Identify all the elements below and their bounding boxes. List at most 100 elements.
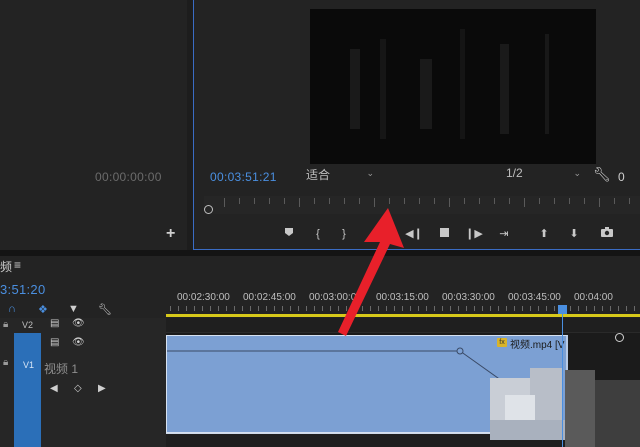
go-to-out-icon[interactable]: ⇥ — [494, 224, 514, 244]
track-target-v1[interactable] — [14, 333, 41, 447]
ruler-tick — [254, 198, 255, 204]
playhead-handle[interactable] — [204, 205, 213, 214]
ruler-tick — [490, 306, 491, 311]
timeline-playhead[interactable] — [558, 305, 567, 314]
chevron-down-icon: ⌄ — [573, 168, 581, 178]
ruler-tick — [314, 306, 315, 311]
ruler-tick — [466, 306, 467, 311]
wrench-icon[interactable]: 🔧︎ — [593, 166, 611, 183]
step-forward-icon[interactable]: ❙▶ — [464, 224, 484, 244]
ruler-tick — [298, 306, 299, 311]
ruler-tick — [479, 198, 480, 204]
add-button[interactable]: + — [166, 225, 175, 243]
next-keyframe-icon[interactable]: ▶ — [98, 383, 106, 394]
video-texture — [420, 59, 432, 129]
ruler-tick — [239, 198, 240, 204]
eye-icon[interactable]: 👁︎ — [72, 337, 85, 348]
ruler-tick — [618, 306, 619, 311]
ruler-tick — [290, 306, 291, 311]
add-keyframe-icon[interactable]: ◇ — [74, 383, 82, 394]
ruler-tick — [258, 306, 259, 311]
ruler-tick — [626, 306, 627, 311]
fx-badge[interactable]: fx — [497, 338, 507, 347]
extract-icon[interactable]: ⬇︎ — [564, 224, 584, 244]
track-header-v2: 🔒︎ V2 ▤ 👁︎ — [0, 318, 166, 333]
snap-icon[interactable]: ∩ — [8, 303, 16, 315]
ruler-tick — [434, 198, 435, 204]
sequence-timecode[interactable]: 3:51:20 — [0, 282, 45, 297]
lift-icon[interactable]: ⬆︎ — [534, 224, 554, 244]
ruler-tick — [614, 198, 615, 204]
ruler-tick — [442, 306, 443, 311]
ruler-tick — [418, 306, 419, 311]
sync-lock-icon[interactable]: ▤ — [50, 337, 59, 348]
keyframe-nav: ◀ ◇ ▶ — [50, 383, 110, 397]
ruler-tick — [594, 306, 595, 311]
ruler-tick — [586, 306, 587, 311]
ruler-tick — [194, 306, 195, 311]
ruler-label: 00:04:00 — [574, 292, 613, 303]
marker-icon[interactable] — [279, 224, 299, 244]
export-frame-icon[interactable] — [597, 224, 617, 244]
ruler-tick — [178, 306, 179, 311]
ruler-tick — [524, 198, 525, 207]
ruler-tick — [218, 306, 219, 311]
ruler-tick — [449, 198, 450, 207]
ruler-tick — [464, 198, 465, 204]
ruler-tick — [224, 198, 225, 207]
prev-keyframe-icon[interactable]: ◀ — [50, 383, 58, 394]
fit-label: 适合 — [306, 168, 331, 182]
mosaic-block — [595, 380, 640, 447]
lock-icon[interactable]: 🔒︎ — [3, 357, 8, 368]
resolution-dropdown[interactable]: 1/2 ⌄ — [506, 166, 581, 183]
ruler-label: 00:02:30:00 — [177, 292, 230, 303]
ruler-tick — [494, 198, 495, 204]
sync-lock-icon[interactable]: ▤ — [50, 318, 59, 329]
ruler-tick — [458, 306, 459, 311]
fit-dropdown[interactable]: 适合 ⌄ — [306, 166, 376, 183]
ruler-tick — [509, 198, 510, 204]
ruler-tick — [410, 306, 411, 311]
wrench-icon[interactable]: 🔧︎ — [98, 303, 112, 316]
ruler-tick — [322, 306, 323, 311]
source-monitor-panel: 00:00:00:00 + — [0, 0, 187, 250]
sequence-tab[interactable]: 频 — [0, 258, 12, 275]
resolution-label: 1/2 — [506, 166, 523, 180]
program-scrub-bar[interactable] — [204, 196, 640, 214]
stop-icon[interactable] — [434, 224, 454, 244]
program-timecode[interactable]: 00:03:51:21 — [210, 170, 277, 184]
video-texture — [350, 49, 360, 129]
ruler-tick — [506, 306, 507, 311]
ruler-tick — [426, 306, 427, 311]
video-texture — [500, 44, 509, 134]
video-texture — [460, 29, 465, 139]
ruler-tick — [554, 198, 555, 204]
ruler-tick — [434, 306, 435, 311]
lock-icon[interactable]: 🔒︎ — [3, 319, 8, 330]
eye-icon[interactable]: 👁︎ — [72, 318, 85, 329]
track-label-v2[interactable]: V2 — [14, 320, 41, 330]
in-point-icon[interactable]: { — [308, 224, 328, 244]
add-marker-icon[interactable]: ▼ — [68, 303, 79, 315]
ruler-tick — [226, 306, 227, 311]
scroll-handle[interactable] — [615, 333, 624, 342]
program-monitor-panel: 00:03:51:21 适合 ⌄ 1/2 ⌄ 🔧︎ 0 { } ⇤ ◀❙ ❙▶ … — [193, 0, 640, 250]
ruler-tick — [514, 306, 515, 311]
track-label-v1: V1 — [23, 360, 35, 370]
ruler-tick — [554, 306, 555, 311]
ruler-tick — [282, 306, 283, 311]
panel-menu-icon[interactable]: ≡ — [14, 258, 21, 272]
ruler-tick — [419, 198, 420, 204]
ruler-tick — [242, 306, 243, 311]
ruler-tick — [450, 306, 451, 311]
ruler-tick — [546, 306, 547, 311]
source-timecode[interactable]: 00:00:00:00 — [95, 170, 162, 184]
ruler-tick — [269, 198, 270, 204]
linked-selection-icon[interactable]: ❖ — [38, 303, 48, 316]
ruler-tick — [629, 198, 630, 204]
track-name-v1[interactable]: 视频 1 — [44, 360, 78, 377]
ruler-tick — [210, 306, 211, 311]
ruler-tick — [634, 306, 635, 311]
ruler-tick — [284, 198, 285, 204]
ruler-tick — [610, 306, 611, 311]
